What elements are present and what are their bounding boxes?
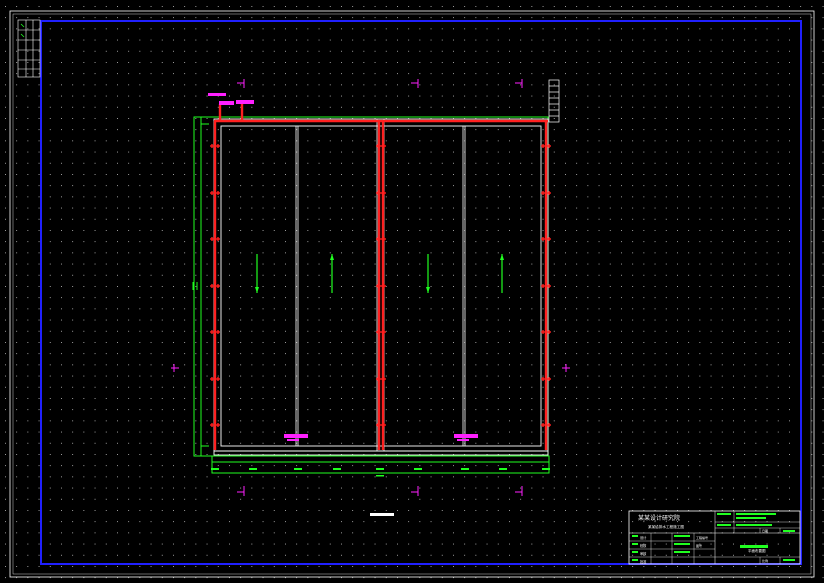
title-block-company: 某某设计研究院	[638, 514, 680, 522]
dimension-tick	[211, 468, 219, 470]
dimension-tick	[376, 468, 384, 470]
title-block-row-design: 设计	[640, 535, 647, 540]
title-block-row-review: 审核	[640, 551, 647, 556]
title-block-scale-label: 比例	[762, 558, 768, 563]
title-block-drawing-no: 图号	[696, 543, 702, 548]
canvas-background	[0, 0, 824, 583]
dimension-tick	[249, 468, 257, 470]
dimension-tick	[499, 468, 507, 470]
title-block-project-no: 工程编号	[696, 535, 708, 540]
title-block-row-check: 校核	[640, 543, 647, 548]
dimension-tick	[333, 468, 341, 470]
dimension-tick	[414, 468, 422, 470]
title-block-drawing-name: 平面布置图	[748, 548, 766, 553]
title-block-date-label: 日期	[762, 528, 768, 533]
cad-drawing-canvas[interactable]: 某某设计研究院 某某给排水工程施工图 平面布置图 设计 校核 审核 批准 工程编…	[0, 0, 824, 583]
dimension-tick	[542, 468, 550, 470]
dimension-tick	[294, 468, 302, 470]
dimension-tick	[376, 475, 384, 477]
dimension-tick	[461, 468, 469, 470]
title-block-project: 某某给排水工程施工图	[648, 524, 684, 529]
title-block-row-approve: 批准	[640, 559, 647, 564]
drawing-title-mark	[370, 513, 394, 516]
